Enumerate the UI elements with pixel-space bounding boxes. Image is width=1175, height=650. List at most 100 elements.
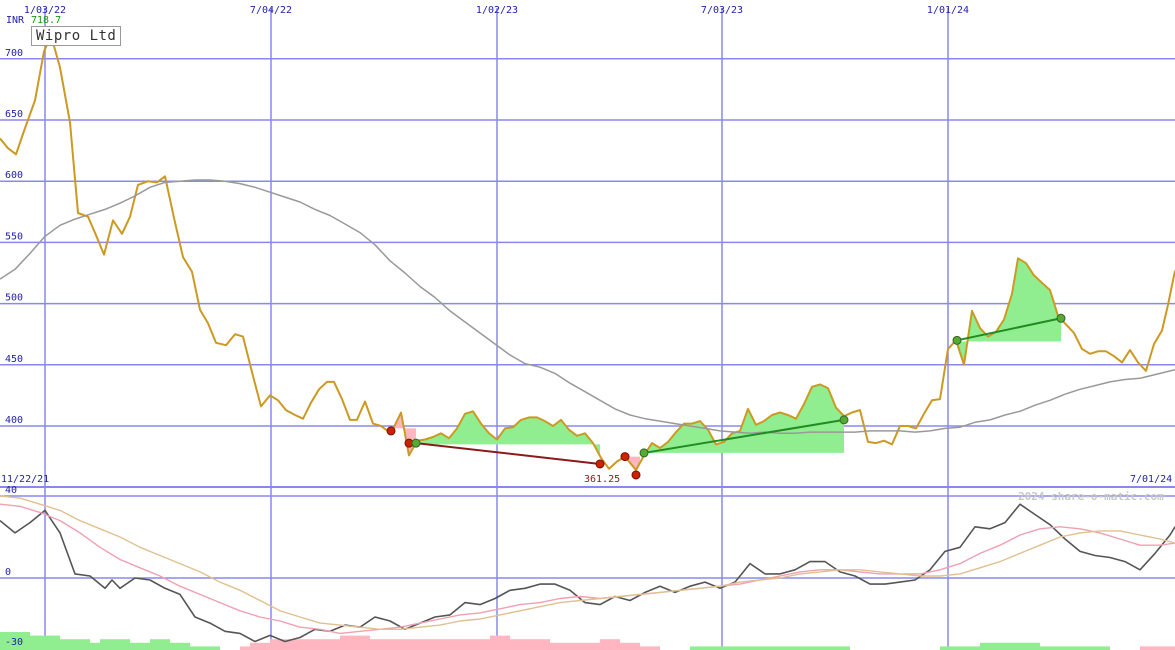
histogram-bar-negative xyxy=(630,642,640,650)
lower-y-tick-label: 0 xyxy=(5,567,11,578)
marker-up xyxy=(639,448,649,458)
histogram-bar-positive xyxy=(1030,642,1040,650)
histogram-bar-negative xyxy=(1170,646,1175,650)
histogram-bar-negative xyxy=(520,639,530,650)
histogram-bar-positive xyxy=(840,646,850,650)
histogram-bar-positive xyxy=(180,642,190,650)
histogram-bar-positive xyxy=(740,646,750,650)
y-tick-label: 500 xyxy=(5,293,23,304)
histogram-bar-positive xyxy=(1100,646,1110,650)
histogram-bar-negative xyxy=(610,639,620,650)
range-end-label: 7/01/24 xyxy=(1130,474,1173,485)
trough-label: 361.25 xyxy=(584,474,620,485)
y-tick-label: 450 xyxy=(5,354,23,365)
histogram-bar-negative xyxy=(320,639,330,650)
histogram-bar-positive xyxy=(760,646,770,650)
histogram-bar-positive xyxy=(30,635,40,650)
histogram-bar-positive xyxy=(140,642,150,650)
histogram-bar-negative xyxy=(340,635,350,650)
marker-up xyxy=(952,335,962,345)
histogram-bar-negative xyxy=(310,639,320,650)
histogram-bar-negative xyxy=(240,646,250,650)
histogram-bar-positive xyxy=(1020,642,1030,650)
marker-down xyxy=(620,452,630,462)
histogram-bar-positive xyxy=(960,646,970,650)
histogram-bar-positive xyxy=(810,646,820,650)
watermark: 2024 share-o-matic.com xyxy=(1018,490,1164,503)
peak-value-label: 718.7 xyxy=(31,15,62,26)
histogram-bar-positive xyxy=(90,642,100,650)
histogram-bar-negative xyxy=(440,639,450,650)
histogram-bar-negative xyxy=(350,635,360,650)
histogram-bar-positive xyxy=(110,639,120,650)
histogram-bar-negative xyxy=(330,639,340,650)
histogram-bar-negative xyxy=(300,639,310,650)
currency-label: INR xyxy=(6,15,25,26)
range-start-label: 11/22/21 xyxy=(1,474,50,485)
lower-tick-labels: 40 0 -30 xyxy=(5,485,23,648)
histogram-bar-positive xyxy=(770,646,780,650)
histogram-bar-positive xyxy=(150,639,160,650)
histogram-bar-positive xyxy=(50,635,60,650)
histogram-bar-negative xyxy=(570,642,580,650)
x-tick-label: 1/02/23 xyxy=(476,5,518,16)
histogram-bar-negative xyxy=(500,635,510,650)
y-tick-label: 550 xyxy=(5,231,23,242)
histogram-bar-positive xyxy=(130,642,140,650)
histogram-bar-positive xyxy=(1070,646,1080,650)
histogram-bar-negative xyxy=(1150,646,1160,650)
histogram-bar-positive xyxy=(1080,646,1090,650)
x-tick-label: 7/04/22 xyxy=(250,5,292,16)
histogram-bar-positive xyxy=(1010,642,1020,650)
histogram-bar-negative xyxy=(460,639,470,650)
histogram-bar-negative xyxy=(450,639,460,650)
lower-grid xyxy=(0,488,1175,650)
histogram-bar-negative xyxy=(400,639,410,650)
histogram-bar-negative xyxy=(600,639,610,650)
histogram-bar-positive xyxy=(830,646,840,650)
histogram-bar-negative xyxy=(420,639,430,650)
histogram-bar-negative xyxy=(470,639,480,650)
histogram-bar-positive xyxy=(40,635,50,650)
histogram-bar-negative xyxy=(510,639,520,650)
histogram-bar-negative xyxy=(580,642,590,650)
histogram-bar-positive xyxy=(970,646,980,650)
histogram-bar-negative xyxy=(550,642,560,650)
histogram-bar-positive xyxy=(1050,646,1060,650)
histogram-bar-positive xyxy=(750,646,760,650)
signal_tan-line xyxy=(0,495,1175,630)
histogram-bar-positive xyxy=(70,639,80,650)
histogram-bar-positive xyxy=(170,642,180,650)
lower-series xyxy=(0,495,1175,643)
histogram-bar-negative xyxy=(480,639,490,650)
marker-up xyxy=(411,438,421,448)
histogram-bar-positive xyxy=(990,642,1000,650)
histogram-bar-negative xyxy=(360,635,370,650)
histogram-bar-negative xyxy=(430,639,440,650)
upper-tick-labels: 4004505005506006507001/03/22 7/04/22 1/02/… xyxy=(5,5,969,426)
histogram-bar-positive xyxy=(120,639,130,650)
histogram-bar-positive xyxy=(200,646,210,650)
histogram-bar-negative xyxy=(640,646,650,650)
y-tick-label: 400 xyxy=(5,415,23,426)
marker-up xyxy=(839,415,849,425)
histogram-bar-positive xyxy=(160,639,170,650)
histogram-bar-negative xyxy=(560,642,570,650)
histogram-bar-negative xyxy=(1140,646,1150,650)
histogram-bar-positive xyxy=(940,646,950,650)
moving_average-line xyxy=(0,179,1175,435)
histogram-bar-negative xyxy=(380,639,390,650)
histogram-bar-positive xyxy=(820,646,830,650)
oscillator-line xyxy=(0,503,1175,643)
downtrend-line xyxy=(415,442,601,465)
histogram-bar-negative xyxy=(270,639,280,650)
histogram-bar-positive xyxy=(80,639,90,650)
histogram-bar-negative xyxy=(590,642,600,650)
histogram-bar-positive xyxy=(190,646,200,650)
lower-y-tick-label: -30 xyxy=(5,637,23,648)
histogram-bar-negative xyxy=(390,639,400,650)
histogram-bar-positive xyxy=(1000,642,1010,650)
histogram-bar-positive xyxy=(1040,646,1050,650)
price-line xyxy=(0,34,1175,472)
y-tick-label: 650 xyxy=(5,109,23,120)
